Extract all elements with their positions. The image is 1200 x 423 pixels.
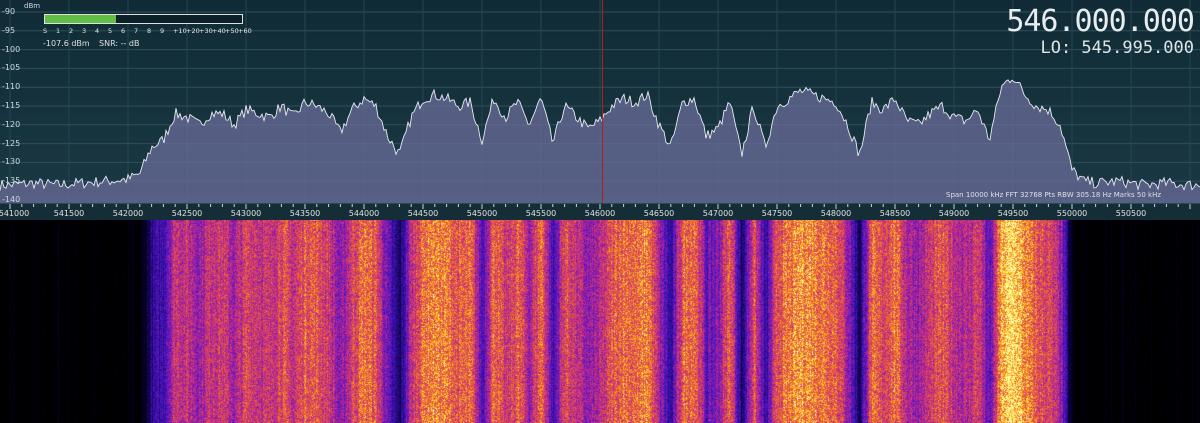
frequency-axis[interactable]: 541000 541500 542000 542500 543000 543500 5440… <box>0 203 1200 220</box>
dbm-tick-label: -125 <box>2 138 21 148</box>
frequency-label: 543000 <box>230 209 262 218</box>
center-frequency-display[interactable]: 546.000.000 <box>1006 7 1195 37</box>
signal-meter-scale-label: 6 <box>121 27 126 35</box>
signal-meter-scale-label: 7 <box>134 27 139 35</box>
waterfall-display[interactable] <box>0 220 1200 423</box>
fft-spectrum-panel[interactable]: dBm -90 -95 -100 -105 -110 -115 -120 -125 -130 -1… <box>0 0 1200 203</box>
frequency-label: 548000 <box>820 209 852 218</box>
signal-meter-scale-label: +40 <box>212 27 226 35</box>
tuning-marker-line[interactable] <box>602 0 603 203</box>
snr-readout: SNR: -- dB <box>99 39 140 48</box>
dbm-tick-label: -90 <box>2 7 16 16</box>
dbm-tick-label: -130 <box>2 157 21 167</box>
frequency-label: 545500 <box>525 209 557 218</box>
frequency-label: 542000 <box>112 209 144 218</box>
frequency-label: 542500 <box>171 209 203 218</box>
frequency-label: 547000 <box>702 209 734 218</box>
signal-meter-scale-label: 5 <box>108 27 113 35</box>
dbm-tick-label: -110 <box>2 82 21 92</box>
frequency-label: 550000 <box>1056 209 1088 218</box>
frequency-label: 541000 <box>0 209 30 218</box>
frequency-label: 544500 <box>407 209 439 218</box>
frequency-label: 546500 <box>643 209 675 218</box>
dbm-tick-label: -95 <box>2 25 16 35</box>
signal-meter-scale-label: 3 <box>82 27 87 35</box>
fft-info-text: Span 10000 kHz FFT 32768 Pts RBW 305.18 … <box>946 191 1162 199</box>
frequency-label: 544000 <box>348 209 380 218</box>
signal-level-readout: -107.6 dBm <box>43 39 90 48</box>
frequency-label: 546000 <box>584 209 616 218</box>
frequency-label: 550500 <box>1115 209 1147 218</box>
frequency-label: 543500 <box>289 209 321 218</box>
signal-meter-scale-label: S <box>43 27 48 35</box>
signal-meter-scale-label: +30 <box>199 27 213 35</box>
dbm-tick-label: -100 <box>2 44 21 54</box>
lo-frequency-display[interactable]: LO: 545.995.000 <box>1040 39 1194 57</box>
signal-meter-scale-label: 8 <box>147 27 152 35</box>
frequency-label: 548500 <box>879 209 911 218</box>
signal-meter-scale-label: +20 <box>186 27 200 35</box>
dbm-tick-label: -140 <box>2 195 21 203</box>
dbm-unit-label: dBm <box>24 2 41 10</box>
waterfall-canvas <box>0 220 1200 423</box>
signal-meter-fill <box>45 15 116 23</box>
dbm-tick-label: -115 <box>2 101 21 110</box>
dbm-tick-label: -105 <box>2 63 21 73</box>
signal-meter-scale-label: 2 <box>69 27 74 35</box>
frequency-label: 547500 <box>761 209 793 218</box>
frequency-label: 541500 <box>53 209 85 218</box>
signal-meter-scale-label: 9 <box>160 27 165 35</box>
signal-meter-bar <box>44 14 243 24</box>
signal-meter-scale-label: +50 <box>225 27 239 35</box>
signal-meter-scale-label: +10 <box>173 27 187 35</box>
frequency-label: 549500 <box>997 209 1029 218</box>
dbm-tick-label: -120 <box>2 119 21 129</box>
signal-meter-scale-label: 1 <box>56 27 61 35</box>
dbm-tick-label: -135 <box>2 176 21 186</box>
signal-meter-scale-label: 4 <box>95 27 100 35</box>
signal-meter-scale-label: +60 <box>238 27 252 35</box>
frequency-label: 545000 <box>466 209 498 218</box>
sdr-app-window: dBm -90 -95 -100 -105 -110 -115 -120 -125 -130 -1… <box>0 0 1200 423</box>
frequency-label: 549000 <box>938 209 970 218</box>
